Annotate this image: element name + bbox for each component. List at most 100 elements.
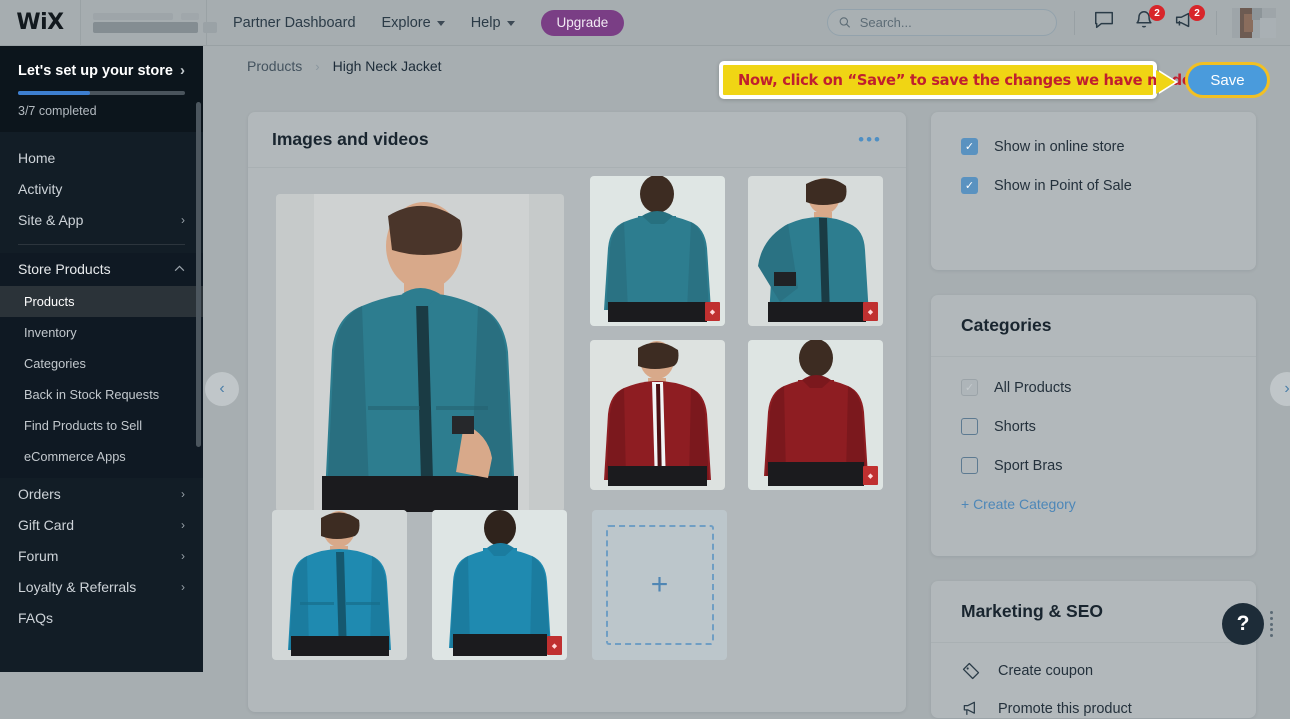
notifications-badge: 2	[1149, 5, 1165, 21]
messages-icon-button[interactable]	[1093, 9, 1121, 37]
sidebar-item-store-products[interactable]: Store Products	[0, 253, 203, 284]
chevron-left-icon: ‹	[219, 380, 225, 397]
sidebar-item-faqs[interactable]: FAQs	[0, 602, 203, 633]
sidebar-item-back-in-stock-requests[interactable]: Back in Stock Requests	[0, 379, 203, 410]
images-and-videos-panel: Images and videos ••• ◆ ◆ ◆ ◆ +	[248, 112, 906, 712]
sidebar-item-label: Loyalty & Referrals	[18, 578, 137, 595]
sidebar-item-label: eCommerce Apps	[24, 449, 126, 464]
instruction-callout: Now, click on “Save” to save the changes…	[719, 61, 1192, 99]
visibility-option-label: Show in online store	[994, 138, 1125, 155]
sidebar-item-label: Activity	[18, 180, 63, 197]
media-tile-red-jacket-front[interactable]	[590, 340, 725, 490]
divider	[1216, 11, 1217, 35]
instruction-callout-text: Now, click on “Save” to save the changes…	[738, 71, 1192, 89]
sidebar-item-inventory[interactable]: Inventory	[0, 317, 203, 348]
announcements-button[interactable]: 2	[1173, 5, 1205, 37]
marketing-seo-panel-title: Marketing & SEO	[961, 601, 1103, 621]
sidebar-item-activity[interactable]: Activity	[0, 173, 203, 204]
media-tile-red-jacket-back[interactable]: ◆	[748, 340, 883, 490]
add-media-tile[interactable]: +	[592, 510, 727, 660]
media-tile-teal-jacket-front-large[interactable]	[276, 194, 564, 512]
divider	[18, 244, 185, 245]
marketing-item-create-coupon[interactable]: Create coupon	[961, 661, 1226, 681]
checkbox-unchecked-icon[interactable]	[961, 457, 978, 474]
marketing-item-promote-this-product[interactable]: Promote this product	[961, 699, 1226, 719]
help-button[interactable]: ?	[1222, 603, 1264, 645]
sidebar-item-ecommerce-apps[interactable]: eCommerce Apps	[0, 441, 203, 472]
setup-store-card[interactable]: Let's set up your store › 3/7 completed	[0, 46, 203, 132]
breadcrumb-products-link[interactable]: Products	[247, 58, 302, 74]
sidebar-item-site-and-app[interactable]: Site & App ›	[0, 204, 203, 235]
upgrade-button[interactable]: Upgrade	[540, 9, 625, 36]
sidebar-item-products[interactable]: Products	[0, 286, 203, 317]
category-item-label: All Products	[994, 379, 1072, 396]
search-box[interactable]	[827, 9, 1057, 36]
chevron-down-icon	[436, 21, 445, 26]
marketing-item-label: Promote this product	[998, 701, 1132, 717]
avatar[interactable]	[1232, 8, 1276, 38]
site-name-blurred	[81, 0, 217, 46]
setup-progress-track	[18, 91, 185, 95]
sidebar-item-label: Orders	[18, 485, 61, 502]
marketing-seo-panel-header: Marketing & SEO	[931, 581, 1256, 643]
help-drag-handle[interactable]	[1270, 611, 1274, 637]
chevron-right-icon: ›	[181, 486, 185, 501]
search-input[interactable]	[859, 15, 1045, 30]
checkbox-checked-disabled-icon: ✓	[961, 379, 978, 396]
sidebar-item-label: Find Products to Sell	[24, 418, 143, 433]
divider	[1074, 11, 1075, 35]
chevron-down-icon	[506, 21, 515, 26]
breadcrumb: Products › High Neck Jacket	[247, 58, 442, 74]
visibility-option-point-of-sale[interactable]: ✓ Show in Point of Sale	[961, 177, 1226, 194]
sidebar-item-home[interactable]: Home	[0, 142, 203, 173]
nav-partner-dashboard[interactable]: Partner Dashboard	[233, 15, 356, 31]
visibility-option-online-store[interactable]: ✓ Show in online store	[961, 138, 1226, 155]
carousel-next-button[interactable]: ›	[1270, 372, 1290, 406]
checkbox-checked-icon[interactable]: ✓	[961, 177, 978, 194]
media-tile-teal-jacket-side-pocket[interactable]: ◆	[748, 176, 883, 326]
sidebar-item-label: Forum	[18, 547, 59, 564]
sidebar-item-forum[interactable]: Forum ›	[0, 540, 203, 571]
save-button-highlight: Save	[1185, 62, 1270, 98]
teal-jacket-front-large-image	[276, 194, 564, 512]
setup-progress-label: 3/7 completed	[18, 104, 97, 118]
category-item-all-products: ✓ All Products	[961, 379, 1226, 396]
media-tile-teal-jacket-back[interactable]: ◆	[590, 176, 725, 326]
visibility-option-label: Show in Point of Sale	[994, 177, 1132, 194]
create-category-link[interactable]: + Create Category	[961, 496, 1226, 512]
media-tile-blue-jacket-back[interactable]: ◆	[432, 510, 567, 660]
sidebar-item-label: Home	[18, 149, 56, 166]
sidebar-nav-list: Home Activity Site & App › Store Product…	[0, 132, 203, 633]
sidebar-item-orders[interactable]: Orders ›	[0, 478, 203, 509]
setup-store-title: Let's set up your store	[18, 62, 173, 79]
setup-store-header: Let's set up your store ›	[18, 62, 185, 79]
nav-explore[interactable]: Explore	[382, 15, 445, 31]
categories-panel-title: Categories	[961, 315, 1052, 335]
plus-icon: +	[650, 568, 669, 601]
category-item-sport-bras[interactable]: Sport Bras	[961, 457, 1226, 474]
main-content: Products › High Neck Jacket Images and v…	[203, 46, 1290, 718]
add-media-dashed-area: +	[605, 525, 714, 645]
wix-logo[interactable]: WiX	[0, 0, 80, 46]
sidebar-item-gift-card[interactable]: Gift Card ›	[0, 509, 203, 540]
blue-jacket-front-image	[272, 510, 407, 660]
media-tile-blue-jacket-front[interactable]	[272, 510, 407, 660]
checkbox-checked-icon[interactable]: ✓	[961, 138, 978, 155]
carousel-previous-button[interactable]: ‹	[205, 372, 239, 406]
sidebar-item-label: FAQs	[18, 609, 54, 626]
checkbox-unchecked-icon[interactable]	[961, 418, 978, 435]
nav-help[interactable]: Help	[471, 15, 515, 31]
category-item-shorts[interactable]: Shorts	[961, 418, 1226, 435]
image-badge: ◆	[705, 302, 720, 321]
more-options-icon[interactable]: •••	[858, 130, 882, 150]
notifications-button[interactable]: 2	[1133, 5, 1165, 37]
sidebar-item-loyalty-and-referrals[interactable]: Loyalty & Referrals ›	[0, 571, 203, 602]
setup-progress-fill	[18, 91, 90, 95]
coupon-icon	[962, 662, 980, 680]
chevron-up-icon	[174, 265, 185, 272]
save-button[interactable]: Save	[1210, 72, 1244, 89]
sidebar-scrollbar[interactable]	[196, 102, 201, 447]
sidebar-item-categories[interactable]: Categories	[0, 348, 203, 379]
sidebar-item-find-products-to-sell[interactable]: Find Products to Sell	[0, 410, 203, 441]
visibility-panel: ✓ Show in online store ✓ Show in Point o…	[931, 112, 1256, 270]
